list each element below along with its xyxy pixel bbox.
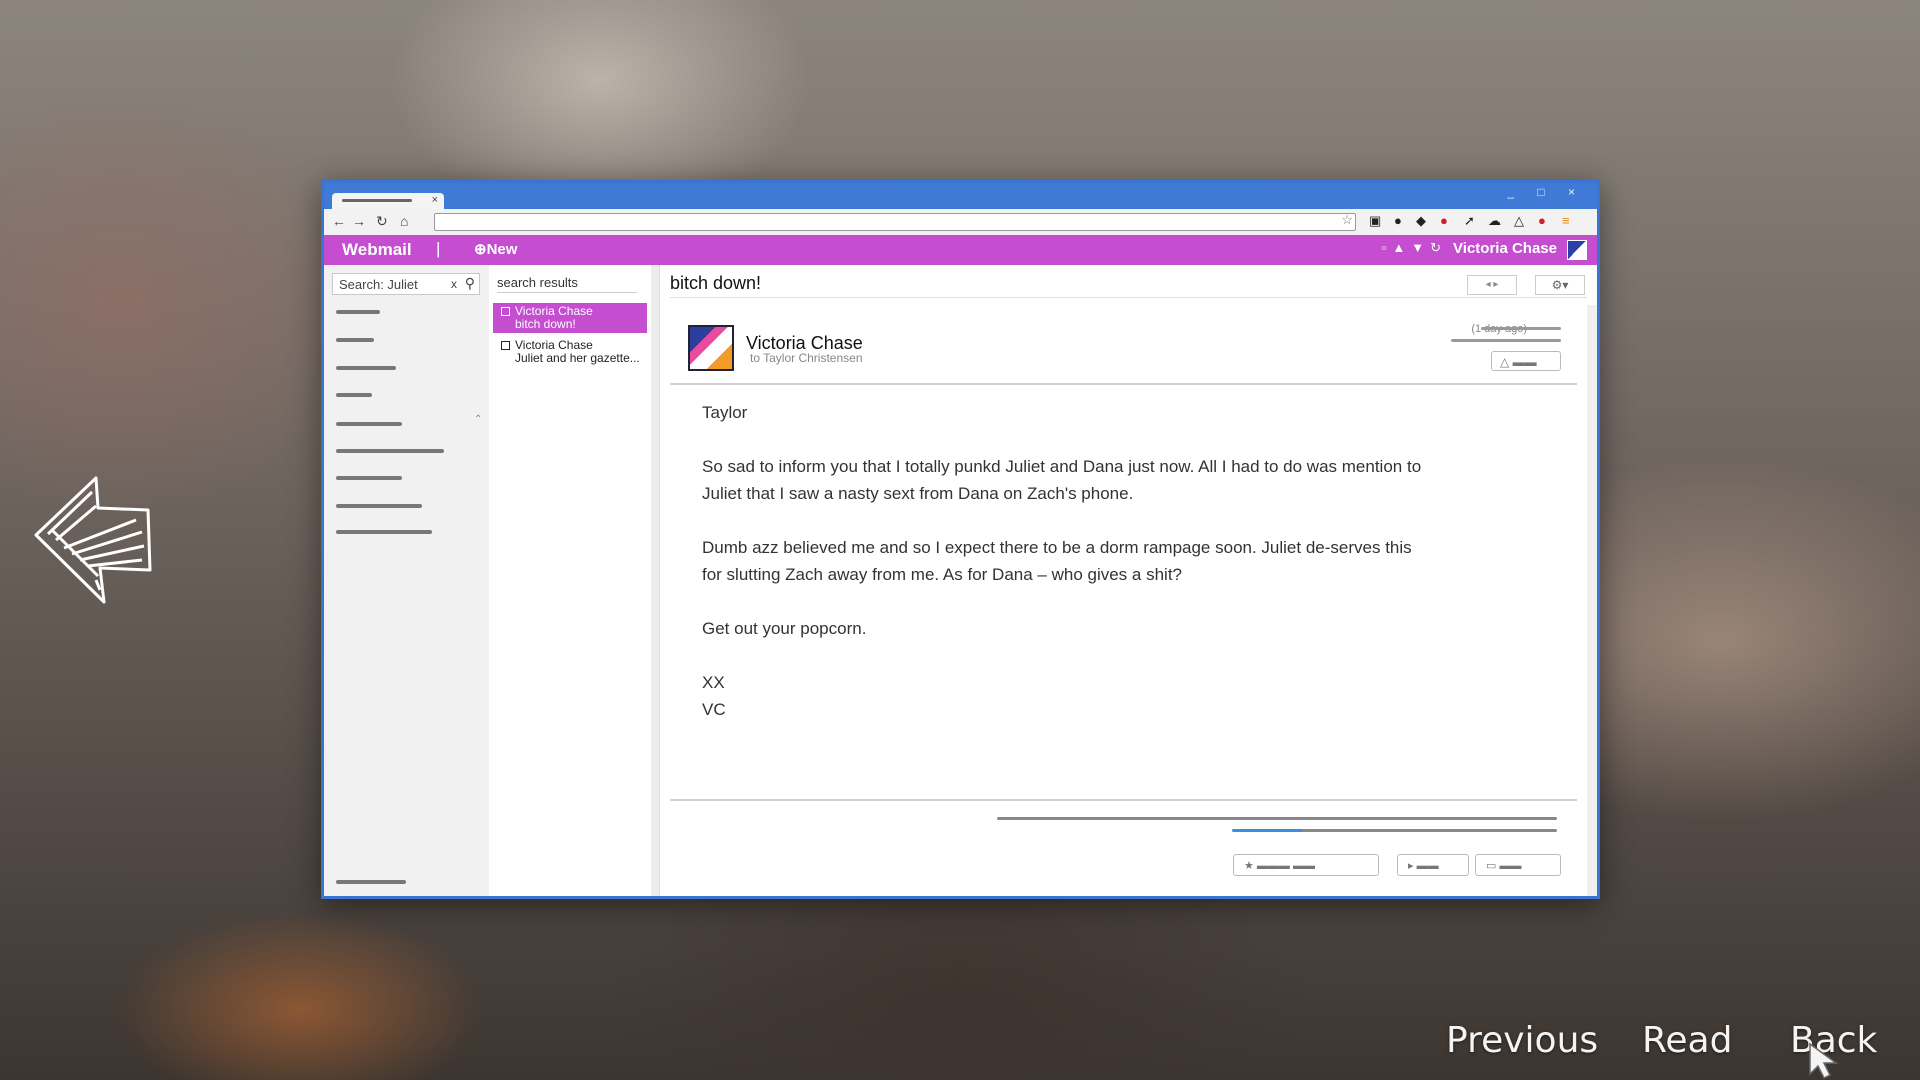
window-controls[interactable]: _ □ × [1507, 185, 1585, 199]
list-item[interactable]: Victoria Chase bitch down! [493, 303, 647, 333]
extension-drop-icon[interactable]: ◆ [1416, 213, 1426, 229]
mail-body: Search: Juliet x ⚲ ⌃ search results Vict… [324, 265, 1597, 896]
list-header: search results [497, 275, 637, 293]
message-paragraph: Get out your popcorn. [702, 619, 867, 638]
folder-group[interactable] [336, 422, 402, 426]
footer-link[interactable] [1232, 829, 1302, 832]
message-body: Taylor So sad to inform you that I total… [702, 399, 1422, 723]
tab-close-icon[interactable]: × [432, 194, 438, 206]
forward-action-button[interactable]: ▸ ▬▬ [1397, 854, 1469, 876]
folder-item[interactable] [336, 366, 396, 370]
browser-tab[interactable]: × [332, 193, 444, 209]
read-link[interactable]: Read [1642, 1020, 1732, 1061]
header-scribble [1451, 339, 1561, 342]
previous-link[interactable]: Previous [1446, 1020, 1598, 1061]
browser-chrome: × _ □ × ← → ↻ ⌂ ☆ ▣ ● ◆ ● ➚ ☁ △ ● ≡ [324, 183, 1597, 235]
extension-record-icon[interactable]: ● [1538, 213, 1546, 228]
home-icon[interactable]: ⌂ [400, 213, 408, 229]
extension-red-icon[interactable]: ● [1440, 213, 1448, 228]
item-checkbox[interactable] [501, 341, 510, 350]
email-subject: bitch down! [670, 269, 1587, 298]
item-subject: Juliet and her gazette... [515, 351, 640, 365]
collapse-chevron-icon[interactable]: ⌃ [474, 414, 482, 425]
menu-icon[interactable]: ≡ [1562, 213, 1570, 228]
extension-circle-icon[interactable]: ● [1394, 213, 1402, 228]
search-icon[interactable]: ⚲ [465, 275, 475, 292]
folder-item[interactable] [336, 338, 374, 342]
extension-cloud-icon[interactable]: ☁ [1488, 213, 1501, 229]
footer-divider [670, 799, 1577, 801]
webmail-appbar: Webmail | ⊕New ▫▲▼↻ Victoria Chase [324, 235, 1597, 265]
mouse-cursor-icon [1809, 1042, 1839, 1080]
settings-gear-icon[interactable]: ⚙▾ [1535, 275, 1585, 295]
forward-arrow-icon[interactable]: → [352, 213, 366, 229]
list-item[interactable]: Victoria Chase Juliet and her gazette... [493, 337, 647, 367]
header-scribble [1481, 327, 1561, 330]
sidebar-footer [336, 880, 406, 884]
app-name[interactable]: Webmail [342, 240, 412, 260]
message-paragraph: So sad to inform you that I totally punk… [702, 457, 1422, 503]
reading-scrollbar[interactable] [1587, 305, 1597, 896]
message-greeting: Taylor [702, 403, 748, 422]
reminder-button[interactable]: △ ▬▬ [1491, 351, 1561, 371]
user-name[interactable]: Victoria Chase [1453, 240, 1557, 257]
search-value: Search: Juliet [339, 277, 418, 292]
folder-item[interactable] [336, 449, 444, 453]
archive-action-button[interactable]: ▭ ▬▬ [1475, 854, 1561, 876]
folder-sidebar: Search: Juliet x ⚲ ⌃ [324, 265, 490, 896]
back-arrow-icon[interactable] [26, 470, 156, 610]
clear-search-icon[interactable]: x [451, 277, 457, 291]
footer-scribble [997, 817, 1557, 820]
tab-title-scribble [342, 199, 412, 202]
message-paragraph: Dumb azz believed me and so I expect the… [702, 538, 1412, 584]
reading-pane: bitch down! ◂ ▸ ⚙▾ Victoria Chase to Tay… [660, 265, 1597, 896]
search-input[interactable]: Search: Juliet x ⚲ [332, 273, 480, 295]
folder-item[interactable] [336, 476, 402, 480]
appbar-icons[interactable]: ▫▲▼↻ [1382, 240, 1447, 256]
bookmark-star-icon[interactable]: ☆ [1341, 212, 1353, 228]
browser-toolbar: ← → ↻ ⌂ ☆ ▣ ● ◆ ● ➚ ☁ △ ● ≡ [324, 209, 1597, 235]
address-bar[interactable]: ☆ [434, 212, 1356, 231]
signature-line-1: XX [702, 673, 725, 692]
folder-item[interactable] [336, 393, 372, 397]
message-pager[interactable]: ◂ ▸ [1467, 275, 1517, 295]
star-action-button[interactable]: ★ ▬▬▬ ▬▬ [1233, 854, 1379, 876]
reload-icon[interactable]: ↻ [376, 213, 388, 230]
extension-square-icon[interactable]: ▣ [1369, 213, 1381, 229]
sender-avatar [688, 325, 734, 371]
extension-arrow-icon[interactable]: ➚ [1464, 213, 1475, 229]
folder-item[interactable] [336, 504, 422, 508]
folder-item[interactable] [336, 310, 380, 314]
add-folder-item[interactable] [336, 530, 432, 534]
user-avatar[interactable] [1567, 240, 1587, 260]
list-scrollbar[interactable] [651, 265, 659, 896]
message-list: search results Victoria Chase bitch down… [489, 265, 660, 896]
back-arrow-icon[interactable]: ← [332, 213, 346, 229]
browser-window: × _ □ × ← → ↻ ⌂ ☆ ▣ ● ◆ ● ➚ ☁ △ ● ≡ Webm… [321, 180, 1600, 899]
extension-triangle-icon[interactable]: △ [1514, 213, 1524, 229]
signature-line-2: VC [702, 700, 726, 719]
recipient-line: to Taylor Christensen [750, 351, 863, 365]
new-message-button[interactable]: ⊕New [474, 240, 517, 258]
header-divider [670, 383, 1577, 385]
appbar-separator: | [436, 239, 441, 258]
item-checkbox[interactable] [501, 307, 510, 316]
item-subject: bitch down! [515, 317, 576, 331]
